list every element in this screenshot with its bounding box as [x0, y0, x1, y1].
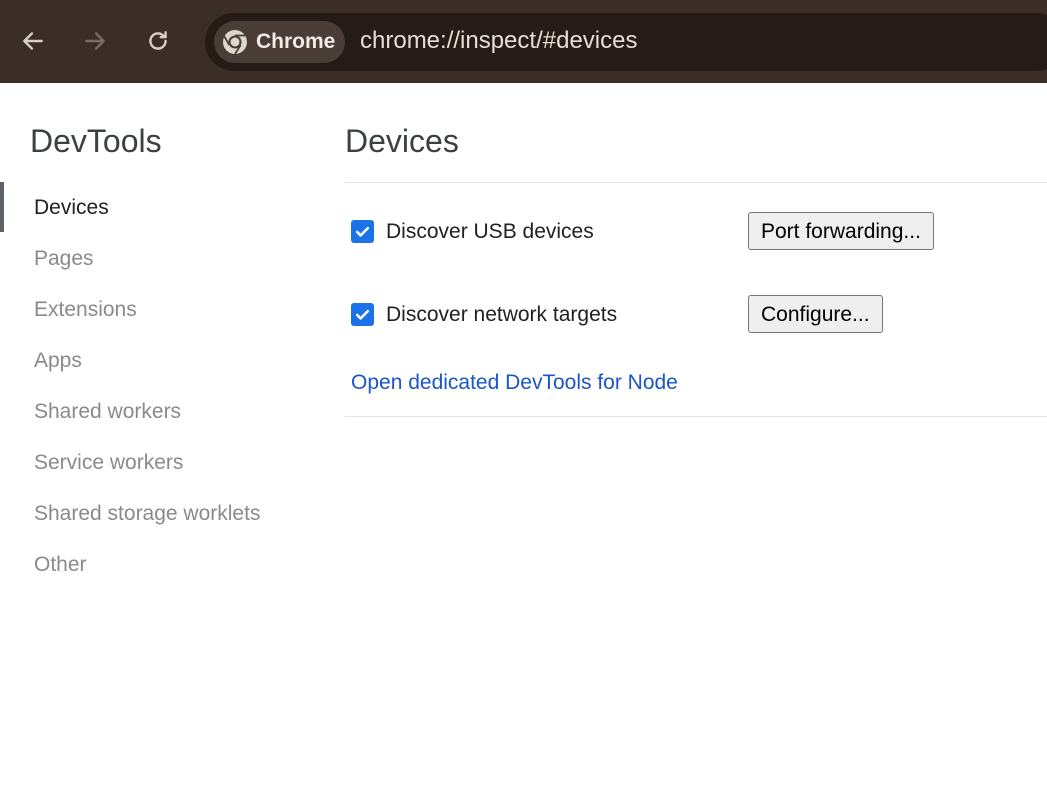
sidebar-title: DevTools	[30, 123, 162, 159]
arrow-right-icon	[85, 32, 105, 50]
reload-icon	[149, 31, 167, 50]
chrome-logo-icon	[222, 29, 248, 55]
discover-usb-checkbox[interactable]	[351, 220, 374, 243]
browser-toolbar: Chrome chrome://inspect/#devices	[0, 0, 1047, 83]
omnibox[interactable]: Chrome chrome://inspect/#devices	[205, 13, 1047, 71]
forward-button[interactable]	[74, 20, 116, 62]
open-node-devtools-link[interactable]: Open dedicated DevTools for Node	[351, 371, 678, 395]
sidebar-item-apps[interactable]: Apps	[0, 335, 320, 386]
sidebar-item-shared-storage-worklets[interactable]: Shared storage worklets	[0, 488, 320, 539]
divider	[345, 416, 1047, 417]
discover-network-label[interactable]: Discover network targets	[386, 303, 617, 327]
page-content: DevTools Devices Pages Extensions Apps S…	[0, 83, 1047, 794]
divider	[345, 182, 1047, 183]
checkmark-icon	[355, 309, 370, 320]
usb-discovery-row: Discover USB devices Port forwarding...	[351, 212, 971, 252]
url-text[interactable]: chrome://inspect/#devices	[360, 27, 637, 55]
checkmark-icon	[355, 226, 370, 237]
chip-label: Chrome	[256, 30, 336, 53]
sidebar-item-other[interactable]: Other	[0, 539, 320, 590]
back-button[interactable]	[12, 20, 54, 62]
port-forwarding-button[interactable]: Port forwarding...	[748, 212, 934, 250]
sidebar-item-extensions[interactable]: Extensions	[0, 284, 320, 335]
sidebar-item-shared-workers[interactable]: Shared workers	[0, 386, 320, 437]
sidebar-item-devices[interactable]: Devices	[0, 182, 320, 233]
sidebar-item-service-workers[interactable]: Service workers	[0, 437, 320, 488]
configure-button[interactable]: Configure...	[748, 295, 883, 333]
page-title: Devices	[345, 123, 459, 159]
sidebar-item-pages[interactable]: Pages	[0, 233, 320, 284]
discover-network-checkbox[interactable]	[351, 303, 374, 326]
reload-button[interactable]	[137, 20, 179, 62]
site-chip[interactable]: Chrome	[214, 21, 345, 63]
network-discovery-row: Discover network targets Configure...	[351, 295, 971, 335]
arrow-left-icon	[23, 32, 43, 50]
discover-usb-label[interactable]: Discover USB devices	[386, 220, 594, 244]
sidebar-nav: Devices Pages Extensions Apps Shared wor…	[0, 182, 320, 590]
